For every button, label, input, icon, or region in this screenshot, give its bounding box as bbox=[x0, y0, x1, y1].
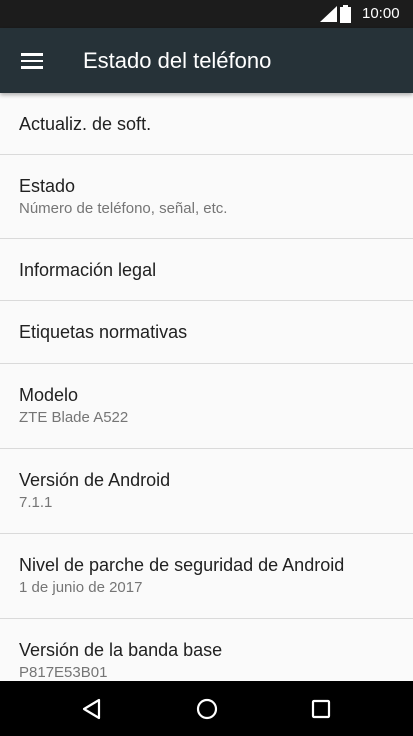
settings-item-android-version[interactable]: Versión de Android 7.1.1 bbox=[0, 449, 413, 534]
settings-item-summary: 1 de junio de 2017 bbox=[19, 579, 143, 596]
navigation-bar bbox=[0, 681, 413, 736]
app-bar: Estado del teléfono bbox=[0, 28, 413, 93]
recents-icon[interactable] bbox=[306, 694, 336, 724]
settings-item-model: Modelo ZTE Blade A522 bbox=[0, 364, 413, 449]
settings-item-regulatory-labels[interactable]: Etiquetas normativas bbox=[0, 301, 413, 364]
settings-item-title: Etiquetas normativas bbox=[19, 322, 188, 342]
settings-item-legal-info[interactable]: Información legal bbox=[0, 239, 413, 301]
settings-list[interactable]: Actualiz. de soft. Estado Número de telé… bbox=[0, 93, 413, 681]
page-title: Estado del teléfono bbox=[83, 48, 272, 73]
settings-item-summary: ZTE Blade A522 bbox=[19, 409, 129, 426]
settings-item-title: Actualiz. de soft. bbox=[19, 114, 152, 134]
settings-item-software-update[interactable]: Actualiz. de soft. bbox=[0, 93, 413, 155]
settings-item-title: Versión de la banda base bbox=[19, 640, 223, 660]
status-time: 10:00 bbox=[362, 5, 400, 22]
home-icon[interactable] bbox=[192, 694, 222, 724]
hamburger-menu-icon[interactable] bbox=[16, 48, 48, 74]
battery-icon bbox=[340, 5, 351, 23]
cell-signal-icon bbox=[320, 6, 337, 22]
settings-item-summary: 7.1.1 bbox=[19, 494, 53, 511]
settings-item-title: Estado bbox=[19, 176, 76, 196]
settings-item-title: Versión de Android bbox=[19, 470, 171, 490]
settings-item-title: Información legal bbox=[19, 260, 157, 280]
settings-item-summary: Número de teléfono, señal, etc. bbox=[19, 200, 228, 217]
settings-item-summary: P817E53B01 bbox=[19, 664, 108, 681]
status-bar: 10:00 bbox=[0, 0, 413, 28]
settings-item-status[interactable]: Estado Número de teléfono, señal, etc. bbox=[0, 155, 413, 239]
back-icon[interactable] bbox=[77, 694, 107, 724]
settings-item-baseband-version: Versión de la banda base P817E53B01 bbox=[0, 619, 413, 681]
settings-item-title: Nivel de parche de seguridad de Android bbox=[19, 555, 345, 575]
settings-item-title: Modelo bbox=[19, 385, 79, 405]
settings-item-security-patch: Nivel de parche de seguridad de Android … bbox=[0, 534, 413, 619]
